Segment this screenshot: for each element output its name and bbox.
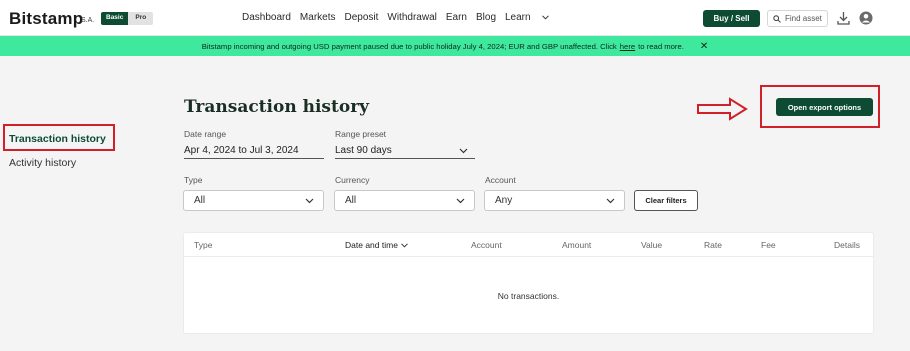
empty-state-message: No transactions. (497, 291, 560, 301)
arrow-annotation-icon (697, 97, 748, 121)
mode-basic-button[interactable]: Basic (101, 12, 129, 25)
clear-filters-button[interactable]: Clear filters (634, 190, 698, 211)
type-select-value: All (194, 195, 206, 206)
mode-toggle: Basic Pro (101, 12, 154, 25)
date-range-label: Date range (184, 129, 227, 139)
currency-label: Currency (335, 175, 370, 185)
banner-link[interactable]: here (620, 42, 635, 51)
nav-learn-label: Learn (505, 12, 531, 23)
download-icon[interactable] (837, 11, 850, 25)
banner-close-icon[interactable]: ✕ (700, 41, 708, 52)
account-select[interactable]: Any (484, 190, 625, 211)
account-label: Account (485, 175, 516, 185)
chevron-down-icon (606, 198, 615, 204)
nav-deposit[interactable]: Deposit (344, 12, 378, 23)
account-select-value: Any (495, 195, 513, 206)
holiday-banner: Bitstamp incoming and outgoing USD payme… (0, 36, 910, 56)
sidebar-item-activity-history[interactable]: Activity history (9, 157, 76, 169)
type-select[interactable]: All (183, 190, 324, 211)
column-header-date-label: Date and time (345, 240, 398, 250)
type-label: Type (184, 175, 203, 185)
nav-learn[interactable]: Learn (505, 12, 549, 23)
nav-blog[interactable]: Blog (476, 12, 496, 23)
nav-dashboard[interactable]: Dashboard (242, 12, 291, 23)
user-avatar-icon[interactable] (859, 11, 873, 25)
chevron-down-icon (305, 198, 314, 204)
sort-chevron-icon (401, 243, 408, 248)
column-header-account: Account (471, 240, 502, 250)
table-header: Type Date and time Account Amount Value … (184, 233, 873, 257)
banner-text: Bitstamp incoming and outgoing USD payme… (201, 41, 617, 51)
top-navbar: Bitstamp S.A. Basic Pro Dashboard Market… (0, 0, 910, 36)
sidebar-item-transaction-history[interactable]: Transaction history (9, 133, 106, 145)
open-export-options-button[interactable]: Open export options (776, 98, 873, 116)
logo-suffix: S.A. (81, 17, 95, 24)
column-header-type: Type (194, 240, 213, 250)
chevron-down-icon (456, 198, 465, 204)
banner-text-end: to read more. (638, 41, 684, 51)
range-preset-select[interactable]: Last 90 days (335, 145, 392, 156)
currency-select-value: All (345, 195, 357, 206)
chevron-down-icon (459, 148, 468, 154)
chevron-down-icon (541, 15, 549, 20)
search-placeholder: Find asset (785, 14, 822, 23)
column-header-amount: Amount (562, 240, 592, 250)
transactions-table: Type Date and time Account Amount Value … (183, 232, 874, 334)
currency-select[interactable]: All (334, 190, 475, 211)
range-preset-underline (335, 158, 475, 159)
column-header-details: Details (834, 240, 860, 250)
date-range-underline (184, 158, 324, 159)
column-header-fee: Fee (761, 240, 776, 250)
main-nav: Dashboard Markets Deposit Withdrawal Ear… (242, 12, 558, 23)
nav-earn[interactable]: Earn (446, 12, 467, 23)
range-preset-label: Range preset (335, 129, 387, 139)
column-header-value: Value (641, 240, 663, 250)
nav-withdrawal[interactable]: Withdrawal (387, 12, 436, 23)
mode-pro-button[interactable]: Pro (128, 12, 154, 25)
page-title: Transaction history (184, 97, 370, 117)
date-range-field[interactable]: Apr 4, 2024 to Jul 3, 2024 (184, 145, 299, 156)
nav-markets[interactable]: Markets (300, 12, 336, 23)
search-icon (773, 14, 781, 23)
find-asset-search[interactable]: Find asset (767, 10, 828, 27)
buy-sell-button[interactable]: Buy / Sell (703, 10, 760, 27)
bitstamp-logo[interactable]: Bitstamp (9, 9, 83, 29)
column-header-rate: Rate (704, 240, 722, 250)
column-header-date[interactable]: Date and time (345, 240, 408, 250)
